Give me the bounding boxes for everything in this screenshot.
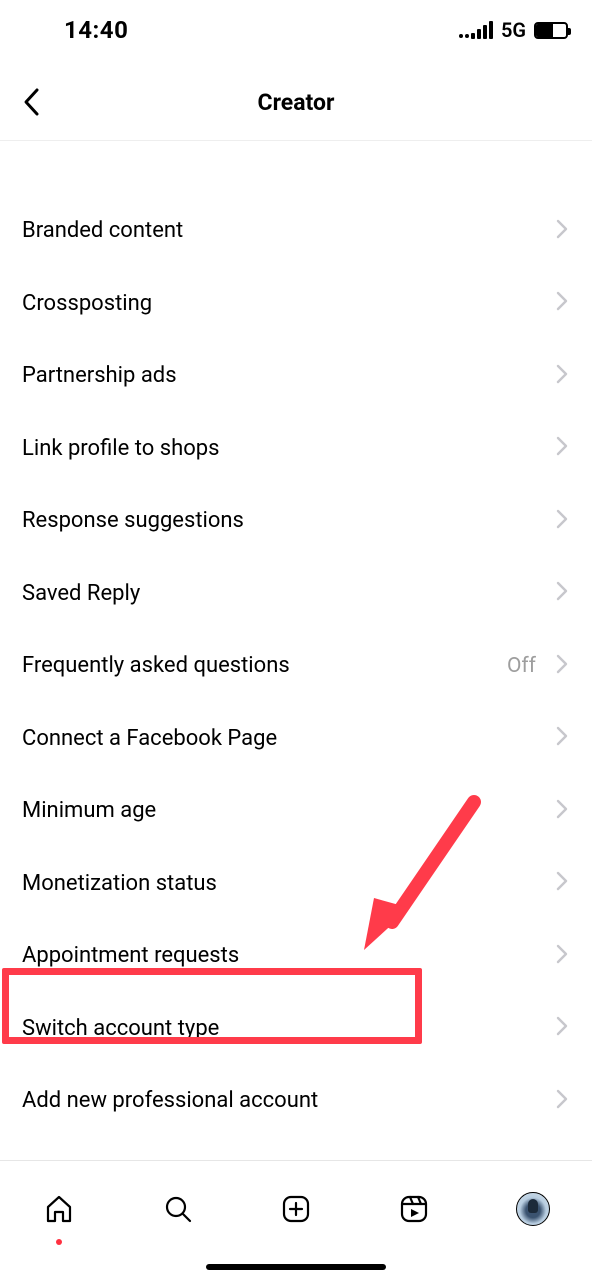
status-time: 14:40 <box>64 16 128 44</box>
home-icon <box>43 1193 75 1225</box>
battery-icon <box>534 22 568 39</box>
bottom-tab-bar <box>0 1160 592 1280</box>
chevron-right-icon <box>556 364 568 388</box>
list-item-branded-content[interactable]: Branded content <box>0 195 592 268</box>
chevron-right-icon <box>556 219 568 243</box>
list-item-partial[interactable] <box>0 140 592 195</box>
nav-header: Creator <box>0 72 592 132</box>
list-item-minimum-age[interactable]: Minimum age <box>0 775 592 848</box>
tab-reels[interactable] <box>384 1179 444 1239</box>
chevron-right-icon <box>556 654 568 678</box>
list-item-label: Response suggestions <box>22 508 244 533</box>
list-item-link-profile-to-shops[interactable]: Link profile to shops <box>0 412 592 485</box>
tab-home[interactable] <box>29 1179 89 1239</box>
tab-create[interactable] <box>266 1179 326 1239</box>
tab-profile[interactable] <box>503 1179 563 1239</box>
list-item-label: Partnership ads <box>22 363 177 388</box>
list-item-label: Frequently asked questions <box>22 653 290 678</box>
list-item-faq[interactable]: Frequently asked questions Off <box>0 630 592 703</box>
list-item-label: Add new professional account <box>22 1088 318 1113</box>
list-item-saved-reply[interactable]: Saved Reply <box>0 557 592 630</box>
chevron-right-icon <box>556 944 568 968</box>
chevron-right-icon <box>556 436 568 460</box>
list-item-appointment-requests[interactable]: Appointment requests <box>0 920 592 993</box>
status-right: 5G <box>459 18 568 42</box>
page-title: Creator <box>258 89 335 116</box>
list-item-switch-account-type[interactable]: Switch account type <box>0 992 592 1065</box>
list-item-crossposting[interactable]: Crossposting <box>0 267 592 340</box>
chevron-right-icon <box>556 1016 568 1040</box>
list-item-edit-profile[interactable]: Edit profile <box>0 1137 592 1160</box>
reels-icon <box>398 1193 430 1225</box>
list-item-connect-facebook[interactable]: Connect a Facebook Page <box>0 702 592 775</box>
settings-list[interactable]: Branded content Crossposting Partnership… <box>0 140 592 1160</box>
list-item-label: Crossposting <box>22 291 152 316</box>
list-item-label: Saved Reply <box>22 581 140 606</box>
settings-list-inner: Branded content Crossposting Partnership… <box>0 140 592 1160</box>
list-item-label: Appointment requests <box>22 943 239 968</box>
tab-search[interactable] <box>148 1179 208 1239</box>
list-item-label: Monetization status <box>22 871 217 896</box>
list-item-label: Minimum age <box>22 798 156 823</box>
chevron-right-icon <box>556 1089 568 1113</box>
chevron-right-icon <box>556 871 568 895</box>
back-button[interactable] <box>12 82 52 122</box>
list-item-response-suggestions[interactable]: Response suggestions <box>0 485 592 558</box>
chevron-left-icon <box>22 87 42 117</box>
chevron-right-icon <box>556 291 568 315</box>
plus-square-icon <box>280 1193 312 1225</box>
home-indicator <box>206 1264 386 1270</box>
status-bar: 14:40 5G <box>0 0 592 60</box>
chevron-right-icon <box>556 726 568 750</box>
cellular-signal-icon <box>459 21 493 39</box>
list-item-label: Link profile to shops <box>22 436 219 461</box>
avatar <box>516 1192 550 1226</box>
list-item-partnership-ads[interactable]: Partnership ads <box>0 340 592 413</box>
list-item-label: Switch account type <box>22 1016 219 1041</box>
chevron-right-icon <box>556 581 568 605</box>
list-item-monetization-status[interactable]: Monetization status <box>0 847 592 920</box>
notification-dot-icon <box>56 1239 62 1245</box>
list-item-add-professional-account[interactable]: Add new professional account <box>0 1065 592 1138</box>
chevron-right-icon <box>556 509 568 533</box>
list-item-label: Branded content <box>22 218 183 243</box>
list-item-meta: Off <box>507 654 536 678</box>
chevron-right-icon <box>556 799 568 823</box>
list-item-label: Connect a Facebook Page <box>22 726 277 751</box>
search-icon <box>162 1193 194 1225</box>
network-type: 5G <box>501 18 526 42</box>
